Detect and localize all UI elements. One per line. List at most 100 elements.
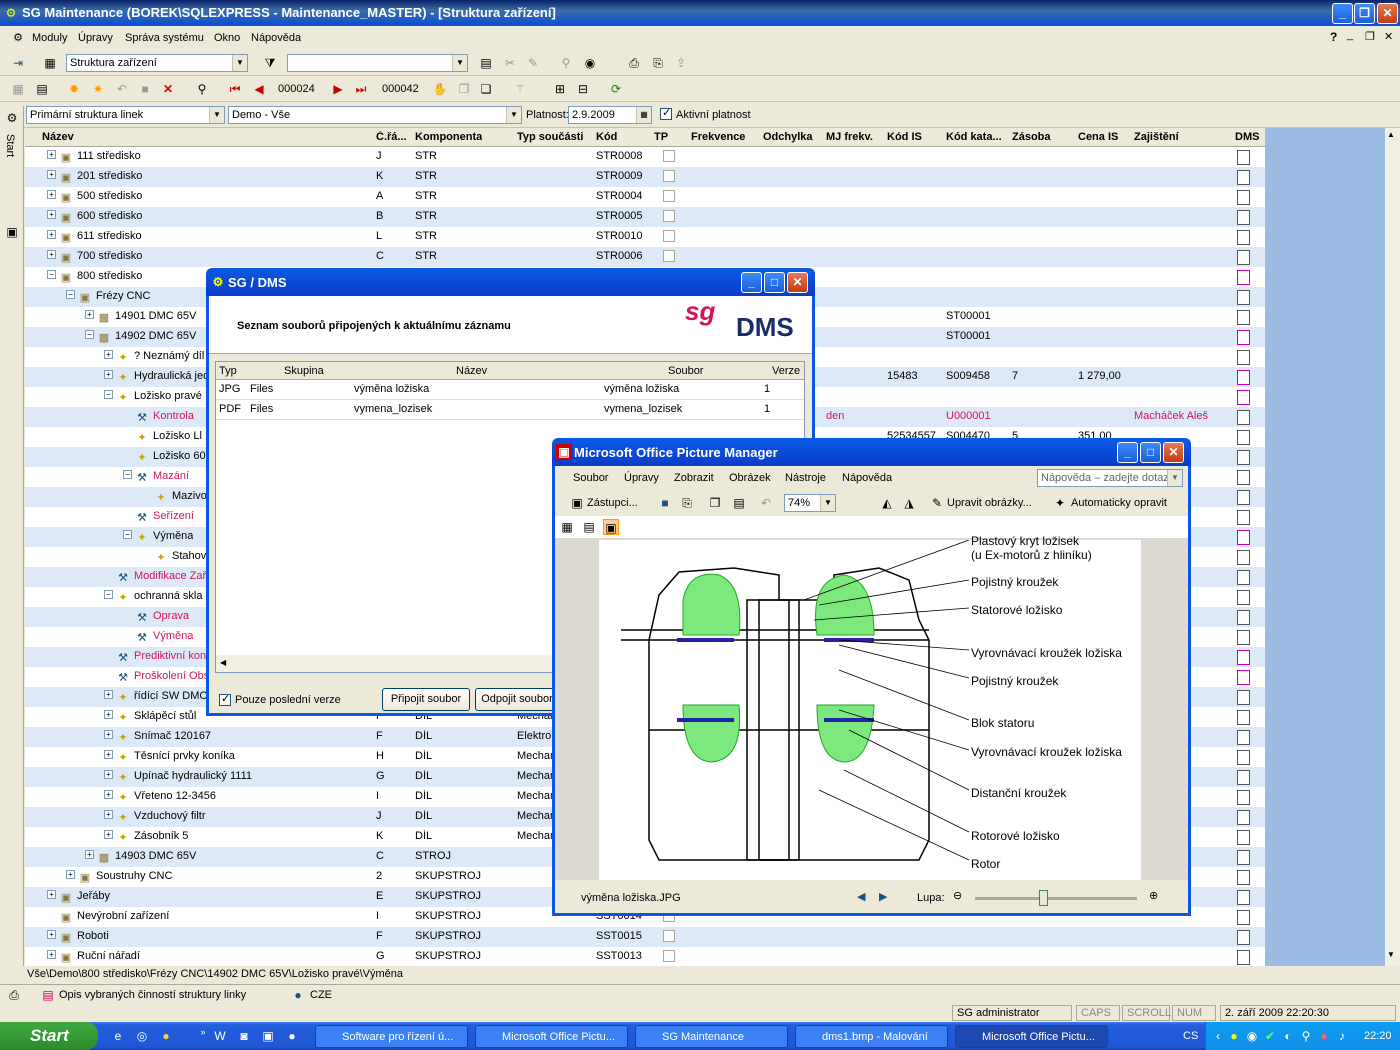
tree-toggle-icon[interactable]: + [85,850,94,859]
col-header[interactable]: Odchylka [763,131,813,143]
dms-document-icon[interactable] [1237,950,1250,965]
zoom-slider[interactable] [975,897,1137,900]
tree-toggle-icon[interactable]: − [104,390,113,399]
col-header[interactable]: Typ součásti [517,131,583,143]
dms-close-button[interactable]: ✕ [787,272,808,293]
wand2-icon[interactable]: ⚚ [512,81,528,97]
pm-menu-soubor[interactable]: Soubor [573,472,608,484]
tree-toggle-icon[interactable]: + [104,750,113,759]
pm-export-icon[interactable]: ⎘ [679,495,695,511]
search-icon[interactable]: ⚲ [194,81,210,97]
menu-napoveda[interactable]: Nápověda [251,32,301,44]
dms-document-icon[interactable] [1237,710,1250,725]
col-header[interactable]: Č.řá... [376,131,407,143]
pm-minimize-button[interactable]: _ [1117,442,1138,463]
table-row[interactable]: + ▣ 500 středisko A STR STR0004 [25,187,1265,207]
dms-document-icon[interactable] [1237,450,1250,465]
tree-expand-icon[interactable]: ⊞ [552,81,568,97]
single-view-icon[interactable]: ▣ [603,519,619,535]
col-header[interactable]: Zásoba [1012,131,1051,143]
tray-icon-1[interactable]: ● [1226,1028,1242,1044]
dms-document-icon[interactable] [1237,210,1250,225]
tp-checkbox[interactable] [663,210,675,222]
dms-document-icon[interactable] [1237,530,1250,545]
rotate-left-icon[interactable]: ◭ [879,495,895,511]
undo-icon[interactable]: ↶ [114,81,130,97]
start-button[interactable]: Start [0,1022,98,1050]
folder-dock-icon[interactable]: ▣ [4,224,20,240]
copy-icon[interactable]: ❐ [707,495,723,511]
delete-icon[interactable]: ✕ [160,81,176,97]
word-icon[interactable]: W [212,1028,228,1044]
pm-menu-zobrazit[interactable]: Zobrazit [674,472,714,484]
tree-toggle-icon[interactable]: + [47,210,56,219]
tray-arrow-icon[interactable]: ‹ [1210,1028,1226,1044]
dms-document-icon[interactable] [1237,790,1250,805]
prev-image-icon[interactable]: ◀ [857,890,865,903]
copy-icon[interactable]: ❐ [456,81,472,97]
dms-col-soubor[interactable]: Soubor [668,365,703,377]
mdi-restore-icon[interactable]: ❐ [1365,30,1375,43]
tp-checkbox[interactable] [663,230,675,242]
calendar-icon[interactable]: ▦ [636,107,651,123]
tree-toggle-icon[interactable]: − [66,290,75,299]
start-dock-icon[interactable]: ⚙ [4,110,20,126]
dms-hscroll[interactable]: ◀ [216,655,556,672]
table-row[interactable]: + ▣ 700 středisko C STR STR0006 [25,247,1265,267]
table-row[interactable]: + ▣ 611 středisko L STR STR0010 [25,227,1265,247]
dms-document-icon[interactable] [1237,250,1250,265]
tree-toggle-icon[interactable]: + [47,150,56,159]
col-header[interactable]: Název [42,131,74,143]
attach-file-button[interactable]: Připojit soubor [382,688,470,711]
zoom-in-icon[interactable]: ⊕ [1149,889,1158,902]
zoom-out-icon[interactable]: ⊖ [953,889,962,902]
col-header[interactable]: DMS [1235,131,1259,143]
menu-moduly[interactable]: Moduly [32,32,67,44]
undo-icon[interactable]: ↶ [758,495,774,511]
dms-document-icon[interactable] [1237,630,1250,645]
quicklaunch-more-icon[interactable]: » [195,1024,211,1040]
detach-file-button[interactable]: Odpojit soubor [475,688,559,711]
form-icon[interactable]: ▤ [34,81,50,97]
tree-toggle-icon[interactable]: + [104,830,113,839]
mdi-minimize-icon[interactable]: _ [1347,29,1353,41]
dms-document-icon[interactable] [1237,750,1250,765]
vertical-scrollbar[interactable]: ▲ ▼ [1385,128,1400,966]
table-row[interactable]: + ▣ 111 středisko J STR STR0008 [25,147,1265,167]
tree-toggle-icon[interactable]: + [104,730,113,739]
dms-document-icon[interactable] [1237,550,1250,565]
grid-icon[interactable]: ▦ [10,81,26,97]
printer-icon[interactable]: ⎙ [6,987,22,1003]
task-picture-manager-2[interactable]: Microsoft Office Pictu... [955,1025,1108,1048]
tree-toggle-icon[interactable]: + [47,170,56,179]
pm-shortcuts[interactable]: Zástupci... [587,497,638,509]
firefox-icon[interactable]: ● [158,1028,174,1044]
task-sg-maintenance[interactable]: SG Maintenance [635,1025,788,1048]
tree-toggle-icon[interactable]: + [47,930,56,939]
tree-collapse-icon[interactable]: ⊟ [575,81,591,97]
tp-checkbox[interactable] [663,250,675,262]
tree-toggle-icon[interactable]: − [104,590,113,599]
tree-toggle-icon[interactable]: + [104,710,113,719]
next-image-icon[interactable]: ▶ [879,890,887,903]
tools-icon[interactable]: ✂ [502,55,518,71]
tree-toggle-icon[interactable]: + [104,350,113,359]
menu-upravy[interactable]: Úpravy [78,32,113,44]
dms-document-icon[interactable] [1237,870,1250,885]
filter-combo[interactable]: ▼ [287,54,468,72]
new-icon[interactable]: ✹ [66,81,82,97]
tree-toggle-icon[interactable]: + [104,370,113,379]
tray-icon-3[interactable]: ✔ [1262,1028,1278,1044]
filter-icon[interactable]: ⧩ [262,55,278,71]
dms-col-nazev[interactable]: Název [456,365,487,377]
dms-document-icon[interactable] [1237,930,1250,945]
table-row[interactable]: + ▣ 600 středisko B STR STR0005 [25,207,1265,227]
tree-toggle-icon[interactable]: + [104,770,113,779]
thumbnail-view-icon[interactable]: ▦ [559,519,575,535]
dms-document-icon[interactable] [1237,670,1250,685]
col-header[interactable]: MJ frekv. [826,131,873,143]
app3-icon[interactable]: ▣ [260,1028,276,1044]
tree-toggle-icon[interactable]: + [47,190,56,199]
dms-document-icon[interactable] [1237,470,1250,485]
tray-icon-5[interactable]: ⚲ [1298,1028,1314,1044]
